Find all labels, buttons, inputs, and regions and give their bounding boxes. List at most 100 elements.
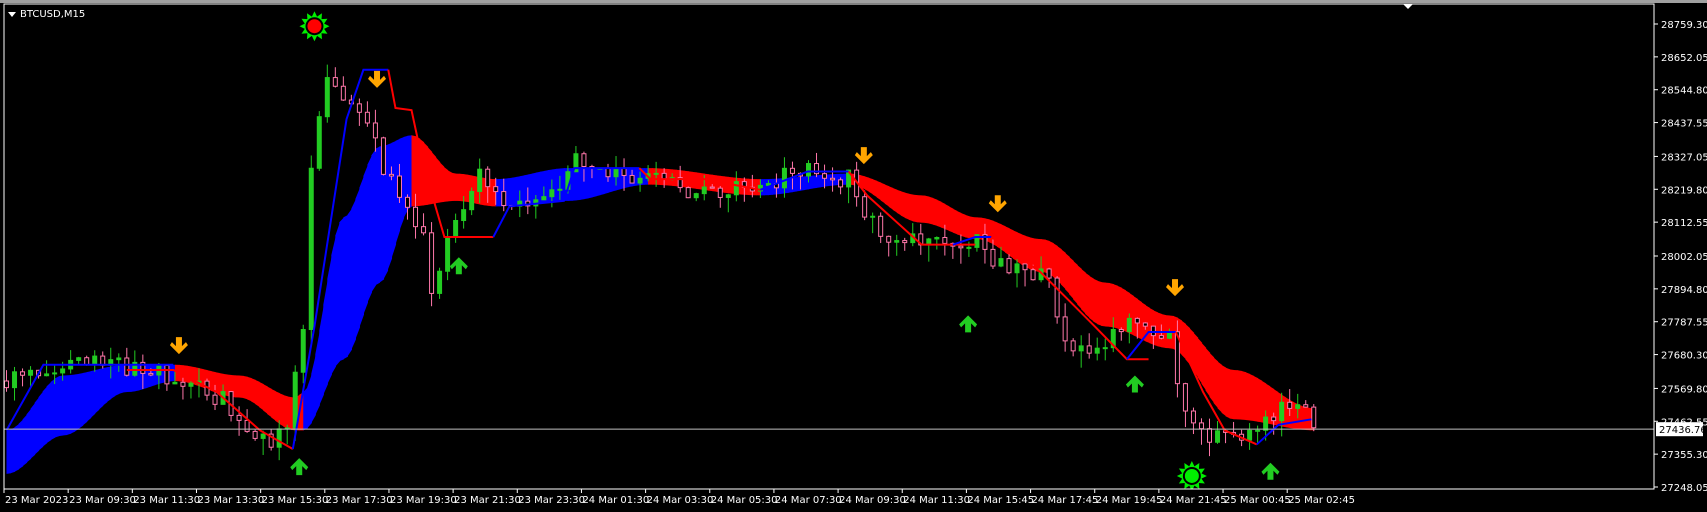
candle-bear	[124, 357, 130, 376]
ribbon-down-segment	[1225, 367, 1231, 419]
ribbon-up-segment	[30, 402, 36, 459]
ribbon-up-segment	[583, 168, 589, 200]
ribbon-down-segment	[1233, 369, 1239, 420]
candle-bear	[1158, 335, 1164, 339]
plot-area	[4, 11, 1654, 489]
chart-title[interactable]: BTCUSD,M15	[8, 9, 85, 20]
chart-window[interactable]: 28759.30 28652.05 28544.80 28437.55 28327.05…	[0, 3, 1707, 512]
ribbon-up-segment	[74, 373, 80, 432]
ribbon-down-segment	[182, 365, 188, 383]
candle-bear	[990, 248, 996, 267]
candle-bull	[188, 382, 194, 387]
ribbon-down-segment	[255, 379, 260, 408]
candle-bear	[485, 168, 491, 188]
ribbon-up-segment	[816, 174, 822, 188]
y-axis-label: 27248.05	[1661, 483, 1707, 494]
candle-bear	[581, 153, 587, 167]
plot-border	[3, 3, 1655, 490]
candle-bull	[693, 193, 699, 199]
ribbon-down-segment	[904, 192, 910, 220]
ribbon-up-segment	[18, 419, 24, 470]
ribbon-up-segment	[94, 369, 100, 414]
candle-bull	[870, 215, 876, 218]
x-axis-label: 23 Mar 17:30	[326, 495, 393, 506]
ribbon-up-segment	[367, 155, 373, 303]
candle-bear	[878, 215, 884, 237]
ribbon-down-segment	[1073, 260, 1078, 305]
ribbon-up-segment	[118, 364, 124, 394]
candle-bull	[260, 433, 266, 439]
ribbon-up-segment	[58, 375, 64, 437]
candle-bear	[180, 381, 186, 387]
candle-bear	[717, 187, 723, 198]
ribbon-up-segment	[339, 217, 344, 362]
ribbon-up-segment	[34, 397, 40, 455]
candle-bear	[244, 419, 250, 432]
candle-bull	[1255, 429, 1261, 432]
price-chart[interactable]: 28759.30 28652.05 28544.80 28437.55 28327.05…	[0, 3, 1707, 512]
candle-bull	[28, 369, 34, 376]
candle-bull	[1126, 317, 1132, 333]
y-axis-label: 28437.55	[1661, 119, 1707, 130]
ribbon-down-segment	[235, 375, 240, 398]
ribbon-down-segment	[936, 199, 942, 228]
candle-bear	[396, 175, 402, 198]
ribbon-down-segment	[1085, 272, 1090, 318]
ribbon-down-segment	[1205, 347, 1211, 397]
ribbon-down-segment	[287, 396, 292, 430]
ribbon-up-segment	[511, 177, 517, 206]
x-axis-label: 24 Mar 17:45	[1032, 495, 1099, 506]
ribbon-down-segment	[692, 171, 697, 189]
candle-bull	[1094, 347, 1100, 354]
candle-bear	[862, 196, 868, 218]
candle-bear	[148, 372, 154, 376]
ribbon-down-segment	[1061, 249, 1066, 290]
candle-bear	[421, 226, 427, 234]
ribbon-up-segment	[327, 255, 332, 385]
x-axis-label: 25 Mar 00:45	[1224, 495, 1291, 506]
ribbon-up-segment	[315, 330, 320, 415]
candle-bear	[1054, 277, 1060, 318]
candle-bull	[276, 428, 282, 448]
candle-bear	[902, 240, 908, 244]
candle-bear	[1207, 428, 1212, 443]
candle-bull	[1295, 404, 1301, 409]
candle-bull	[445, 236, 451, 272]
ribbon-down-segment	[1009, 228, 1014, 259]
ribbon-down-segment	[992, 220, 998, 247]
ribbon-up-segment	[575, 168, 581, 201]
candle-bear	[886, 235, 892, 243]
candle-bull	[437, 270, 443, 294]
candle-bull	[637, 177, 643, 184]
ribbon-down-segment	[868, 177, 874, 195]
candle-bear	[958, 245, 964, 249]
ribbon-up-segment	[371, 148, 377, 293]
candle-bear	[1118, 329, 1124, 333]
y-axis-label: 27355.30	[1661, 450, 1707, 461]
y-axis-label: 27894.80	[1661, 285, 1707, 296]
buy-arrow-icon	[1261, 462, 1280, 480]
ribbon-up-segment	[495, 179, 501, 207]
ribbon-down-segment	[1209, 352, 1215, 403]
ribbon-down-segment	[1229, 369, 1235, 420]
ribbon-down-segment	[190, 366, 196, 385]
ribbon-up-segment	[10, 427, 16, 474]
candle-bear	[629, 174, 635, 184]
candle-bull	[998, 258, 1004, 267]
ribbon-down-segment	[916, 195, 922, 223]
ribbon-up-segment	[527, 173, 533, 205]
candle-bull	[292, 371, 298, 429]
ribbon-down-segment	[1000, 224, 1006, 253]
ribbon-down-segment	[896, 189, 902, 216]
ribbon-down-segment	[435, 157, 441, 204]
ribbon-down-segment	[900, 191, 906, 218]
dropdown-triangle-icon[interactable]	[8, 12, 16, 17]
ribbon-down-segment	[443, 166, 449, 202]
ribbon-down-segment	[247, 376, 252, 402]
x-axis-label: 23 Mar 11:30	[133, 495, 200, 506]
candle-bull	[76, 357, 82, 361]
y-axis-label: 27787.55	[1661, 318, 1707, 329]
ribbon-down-segment	[712, 174, 717, 192]
ribbon-up-segment	[387, 142, 393, 271]
candle-bear	[1134, 317, 1140, 324]
